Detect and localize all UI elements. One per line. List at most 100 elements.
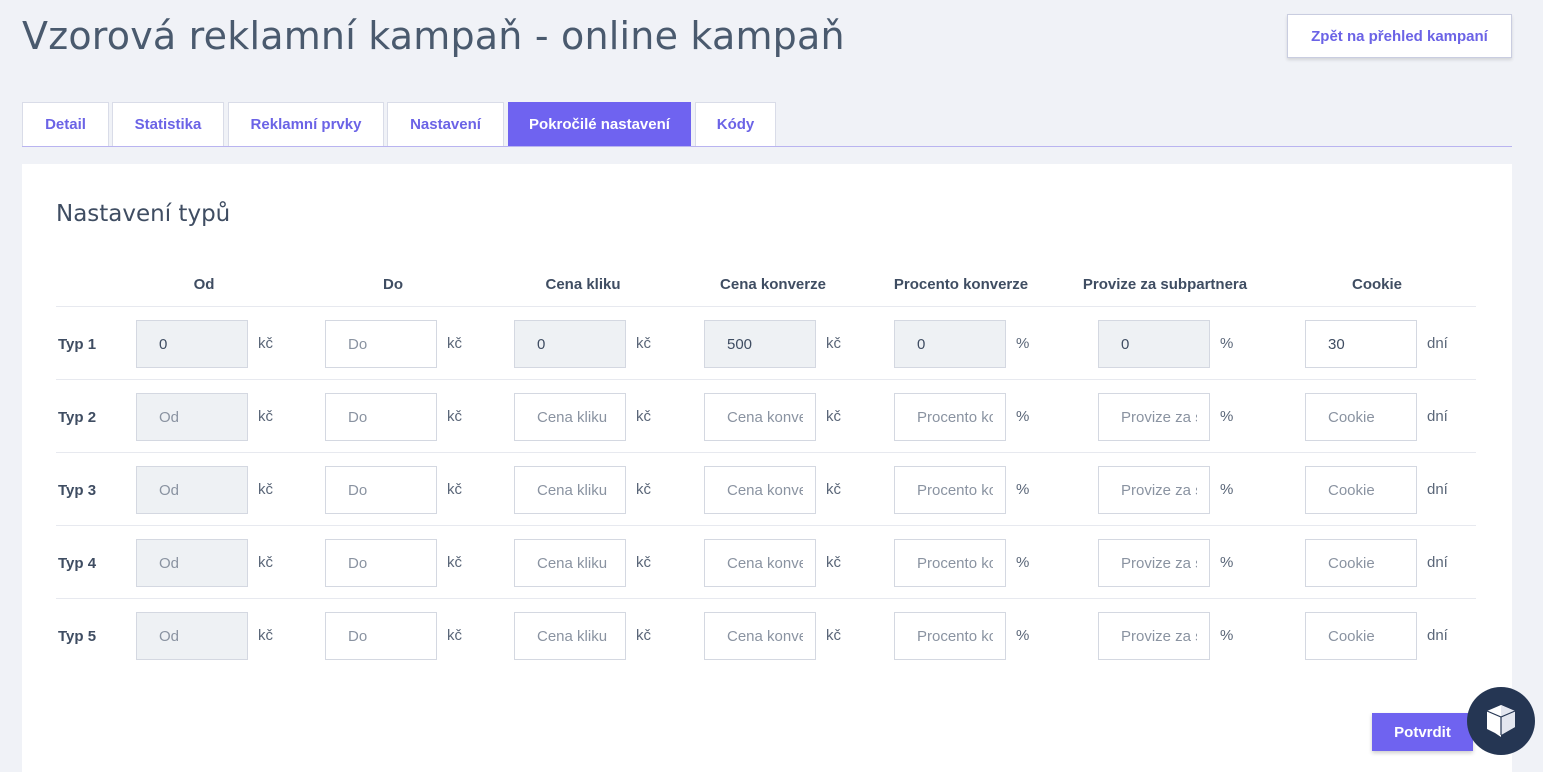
unit-label: kč	[636, 554, 651, 571]
cena-kliku-input[interactable]	[514, 539, 626, 587]
unit-label: kč	[258, 408, 273, 425]
row-label: Typ 4	[58, 555, 97, 572]
unit-label: %	[1016, 627, 1030, 644]
unit-label: dní	[1427, 335, 1448, 352]
row-label: Typ 2	[58, 409, 97, 426]
tab-bar: Detail Statistika Reklamní prvky Nastavení P…	[22, 102, 1512, 147]
unit-label: %	[1016, 335, 1030, 352]
tab-nastavení[interactable]: Nastavení	[387, 102, 504, 146]
unit-label: %	[1220, 481, 1234, 498]
page-title: Vzorová reklamní kampaň - online kampaň	[22, 14, 845, 58]
unit-label: kč	[258, 481, 273, 498]
provize-subpartnera-input[interactable]	[1098, 393, 1210, 441]
unit-label: kč	[258, 627, 273, 644]
unit-label: kč	[258, 554, 273, 571]
cookie-input[interactable]	[1305, 466, 1417, 514]
unit-label: kč	[447, 335, 462, 352]
cena-kliku-input[interactable]	[514, 393, 626, 441]
back-to-campaigns-button[interactable]: Zpět na přehled kampaní	[1287, 14, 1512, 58]
tab-pokročilé-nastavení[interactable]: Pokročilé nastavení	[508, 102, 691, 146]
unit-label: %	[1220, 627, 1234, 644]
provize-subpartnera-input[interactable]	[1098, 466, 1210, 514]
unit-label: %	[1220, 554, 1234, 571]
row-label: Typ 5	[58, 628, 97, 645]
do-input[interactable]	[325, 320, 437, 368]
column-header-do: Do	[383, 276, 403, 293]
procento-konverze-input[interactable]	[894, 539, 1006, 587]
unit-label: kč	[826, 335, 841, 352]
od-input[interactable]	[136, 466, 248, 514]
row-divider	[56, 379, 1476, 380]
row-divider	[56, 452, 1476, 453]
settings-card: Nastavení typů Potvrdit Od Do Cena kliku Ce…	[22, 164, 1512, 772]
od-input[interactable]	[136, 612, 248, 660]
unit-label: kč	[447, 627, 462, 644]
unit-label: dní	[1427, 627, 1448, 644]
unit-label: kč	[826, 627, 841, 644]
cookie-input[interactable]	[1305, 320, 1417, 368]
tab-statistika[interactable]: Statistika	[112, 102, 224, 146]
od-input[interactable]	[136, 393, 248, 441]
cena-konverze-input[interactable]	[704, 320, 816, 368]
unit-label: kč	[447, 408, 462, 425]
unit-label: dní	[1427, 408, 1448, 425]
unit-label: %	[1016, 408, 1030, 425]
column-header-provize-subpartnera: Provize za subpartnera	[1082, 276, 1248, 293]
column-header-cookie: Cookie	[1351, 276, 1403, 293]
section-title: Nastavení typů	[56, 201, 231, 227]
unit-label: kč	[258, 335, 273, 352]
tab-detail[interactable]: Detail	[22, 102, 109, 146]
cena-kliku-input[interactable]	[514, 612, 626, 660]
unit-label: kč	[826, 408, 841, 425]
chat-button[interactable]	[1467, 687, 1535, 755]
tab-kódy[interactable]: Kódy	[695, 102, 776, 146]
unit-label: %	[1016, 554, 1030, 571]
cookie-input[interactable]	[1305, 539, 1417, 587]
provize-subpartnera-input[interactable]	[1098, 612, 1210, 660]
unit-label: kč	[636, 627, 651, 644]
provize-subpartnera-input[interactable]	[1098, 539, 1210, 587]
unit-label: kč	[447, 481, 462, 498]
row-label: Typ 3	[58, 482, 97, 499]
unit-label: kč	[826, 554, 841, 571]
column-header-od: Od	[193, 276, 215, 293]
od-input[interactable]	[136, 539, 248, 587]
procento-konverze-input[interactable]	[894, 320, 1006, 368]
unit-label: dní	[1427, 554, 1448, 571]
column-header-cena-konverze: Cena konverze	[720, 276, 826, 293]
unit-label: dní	[1427, 481, 1448, 498]
confirm-button[interactable]: Potvrdit	[1372, 713, 1473, 751]
provize-subpartnera-input[interactable]	[1098, 320, 1210, 368]
unit-label: kč	[636, 408, 651, 425]
unit-label: %	[1220, 335, 1234, 352]
unit-label: %	[1220, 408, 1234, 425]
do-input[interactable]	[325, 612, 437, 660]
column-header-cena-kliku: Cena kliku	[545, 276, 621, 293]
cena-konverze-input[interactable]	[704, 612, 816, 660]
unit-label: kč	[447, 554, 462, 571]
procento-konverze-input[interactable]	[894, 466, 1006, 514]
do-input[interactable]	[325, 466, 437, 514]
cena-konverze-input[interactable]	[704, 466, 816, 514]
cena-konverze-input[interactable]	[704, 393, 816, 441]
do-input[interactable]	[325, 393, 437, 441]
chat-icon	[1486, 705, 1516, 737]
do-input[interactable]	[325, 539, 437, 587]
row-label: Typ 1	[58, 336, 97, 353]
procento-konverze-input[interactable]	[894, 393, 1006, 441]
cena-kliku-input[interactable]	[514, 320, 626, 368]
row-divider	[56, 598, 1476, 599]
od-input[interactable]	[136, 320, 248, 368]
column-header-procento-konverze: Procento konverze	[893, 276, 1029, 293]
cena-konverze-input[interactable]	[704, 539, 816, 587]
cookie-input[interactable]	[1305, 612, 1417, 660]
procento-konverze-input[interactable]	[894, 612, 1006, 660]
tab-reklamní-prvky[interactable]: Reklamní prvky	[228, 102, 384, 146]
unit-label: kč	[636, 481, 651, 498]
cookie-input[interactable]	[1305, 393, 1417, 441]
unit-label: kč	[636, 335, 651, 352]
unit-label: kč	[826, 481, 841, 498]
cena-kliku-input[interactable]	[514, 466, 626, 514]
row-divider	[56, 306, 1476, 307]
unit-label: %	[1016, 481, 1030, 498]
